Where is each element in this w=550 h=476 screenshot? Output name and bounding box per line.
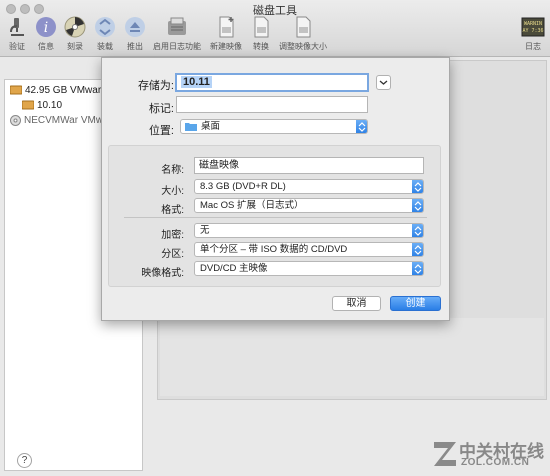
zol-logo (434, 442, 456, 466)
up-down-arrows-icon (358, 121, 366, 132)
log-icon-line-1: WARNIN (524, 21, 542, 27)
info-icon: i (36, 17, 56, 37)
eject-button[interactable]: 推出 (122, 15, 148, 52)
resize-image-button[interactable]: 调整映像大小 (278, 15, 328, 52)
encryption-value: 无 (200, 225, 210, 236)
partitions-popup[interactable]: 单个分区 – 带 ISO 数据的 CD/DVD (194, 242, 424, 257)
log-icon: WARNIN AY 7:36 (521, 17, 545, 37)
popup-arrows (412, 262, 423, 275)
microscope-icon (10, 18, 24, 36)
tags-label: 标记: (148, 103, 174, 115)
disk-label: NECVMWar VMwa (24, 115, 109, 127)
popup-arrows (412, 224, 423, 237)
popup-arrows (356, 120, 367, 133)
watermark-url: ZOL.COM.CN (461, 457, 530, 468)
help-button[interactable]: ? (17, 453, 32, 468)
new-image-button[interactable]: 新建映像 (206, 15, 246, 52)
toolbar-label: 新建映像 (210, 42, 242, 51)
burn-icon (64, 16, 86, 38)
toolbar-label: 装载 (97, 42, 113, 51)
main-content-area (160, 318, 544, 396)
save-as-value: 10.11 (181, 76, 212, 88)
options-divider (124, 217, 427, 218)
toolbar: 磁盘工具 验证 i 信息 刻录 装载 推出 启用日志功能 新建映像 转换 调整映… (0, 0, 550, 57)
popup-arrows (412, 180, 423, 193)
partitions-label: 分区: (161, 249, 184, 260)
cancel-button[interactable]: 取消 (332, 296, 381, 311)
toolbar-label: 调整映像大小 (279, 42, 327, 51)
save-as-label: 存储为: (137, 80, 174, 92)
disk-label: 42.95 GB VMware (25, 85, 107, 96)
up-down-arrows-icon (414, 225, 422, 236)
save-as-field[interactable]: 10.11 (175, 73, 369, 92)
toolbar-label: 验证 (9, 42, 25, 51)
name-field[interactable]: 磁盘映像 (194, 157, 424, 174)
volume-item[interactable]: 10.10 (22, 100, 62, 115)
journal-icon (168, 17, 186, 35)
up-down-arrows-icon (414, 263, 422, 274)
image-format-popup[interactable]: DVD/CD 主映像 (194, 261, 424, 276)
toolbar-label: 启用日志功能 (153, 42, 201, 51)
toolbar-label: 推出 (127, 42, 143, 51)
location-label: 位置: (148, 125, 174, 137)
name-label: 名称: (161, 165, 184, 176)
popup-arrows (412, 243, 423, 256)
optical-drive-icon (10, 115, 21, 126)
up-down-arrows-icon (414, 244, 422, 255)
disk-item[interactable]: 42.95 GB VMware (10, 85, 107, 100)
log-icon-line-2: AY 7:36 (522, 28, 543, 34)
info-button[interactable]: i 信息 (33, 15, 59, 52)
location-popup[interactable]: 桌面 (180, 119, 368, 134)
format-label: 格式: (161, 205, 184, 216)
svg-text:i: i (44, 20, 48, 36)
eject-icon (125, 17, 145, 37)
popup-arrows (412, 199, 423, 212)
size-popup[interactable]: 8.3 GB (DVD+R DL) (194, 179, 424, 194)
format-popup[interactable]: Mac OS 扩展（日志式） (194, 198, 424, 213)
burn-button[interactable]: 刻录 (62, 15, 88, 52)
location-value: 桌面 (201, 121, 221, 132)
chevron-down-icon (379, 80, 388, 85)
convert-button[interactable]: 转换 (249, 15, 273, 52)
up-down-arrows-icon (414, 181, 422, 192)
mount-icon (95, 17, 115, 37)
convert-icon (254, 16, 269, 38)
format-value: Mac OS 扩展（日志式） (200, 200, 304, 211)
toolbar-label: 日志 (525, 42, 541, 51)
encryption-popup[interactable]: 无 (194, 223, 424, 238)
image-format-value: DVD/CD 主映像 (200, 263, 268, 274)
folder-icon (185, 122, 197, 131)
image-format-label: 映像格式: (141, 268, 184, 279)
toolbar-label: 转换 (253, 42, 269, 51)
disk-item[interactable]: NECVMWar VMwa (10, 115, 109, 130)
verify-button[interactable]: 验证 (4, 15, 30, 52)
new-image-icon (219, 16, 234, 38)
create-button[interactable]: 创建 (390, 296, 441, 311)
up-down-arrows-icon (414, 200, 422, 211)
log-button[interactable]: WARNIN AY 7:36 日志 (519, 15, 547, 52)
partitions-value: 单个分区 – 带 ISO 数据的 CD/DVD (200, 244, 348, 255)
volume-label: 10.10 (37, 100, 63, 111)
hard-drive-icon (10, 85, 22, 95)
tags-field[interactable] (176, 96, 368, 113)
encryption-label: 加密: (161, 230, 184, 241)
toolbar-label: 信息 (38, 42, 54, 51)
expand-dialog-button[interactable] (376, 75, 391, 90)
size-value: 8.3 GB (DVD+R DL) (200, 181, 286, 192)
resize-image-icon (296, 16, 311, 38)
enable-journaling-button[interactable]: 启用日志功能 (152, 15, 202, 52)
volume-icon (22, 100, 34, 110)
toolbar-label: 刻录 (67, 42, 83, 51)
size-label: 大小: (161, 186, 184, 197)
mount-button[interactable]: 装载 (92, 15, 118, 52)
